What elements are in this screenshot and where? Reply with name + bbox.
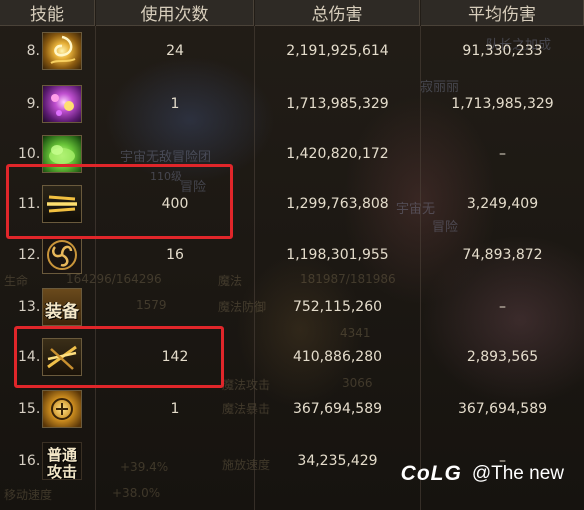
normal-attack-icon: 普通 攻击 [42,442,82,480]
equipment-icon: 装备 [42,288,82,326]
total-damage: 367,694,589 [292,401,383,417]
background-stat: +38.0% [112,486,161,500]
average-damage: 3,249,409 [466,196,539,212]
purple-burst-icon [42,85,82,123]
average-damage: – [499,299,506,315]
watermark: CoLG @The new [401,462,564,486]
uses-count: 24 [166,43,184,59]
total-damage: 2,191,925,614 [286,43,389,59]
average-damage: 367,694,589 [457,401,548,417]
row-index: 15. [18,401,41,417]
golden-vortex-icon [42,32,82,70]
triskelion-icon [42,236,82,274]
total-damage: 1,713,985,329 [286,96,389,112]
uses-count: 1 [170,96,180,112]
average-damage: 74,893,872 [462,247,543,263]
highlight-box-row-14 [14,326,224,388]
total-damage: 752,115,260 [292,299,383,315]
table-row: 15. 1 367,694,589 367,694,589 [0,384,584,434]
table-row: 13. 装备 752,115,260 – [0,282,584,332]
header-skill: 技能 [0,0,95,26]
table-row: 8. 24 2,191,925,614 91,330,233 [0,26,584,76]
total-damage: 410,886,280 [292,349,383,365]
average-damage: 1,713,985,329 [451,96,554,112]
colg-logo: CoLG [400,462,462,485]
average-damage: – [499,146,506,162]
average-damage: 2,893,565 [466,349,539,365]
total-damage: 1,299,763,808 [286,196,389,212]
watermark-text: @The new [471,463,564,484]
total-damage: 34,235,429 [297,453,378,469]
uses-count: 1 [170,401,180,417]
total-damage: 1,420,820,172 [286,146,389,162]
table-row: 9. 1 1,713,985,329 1,713,985,329 [0,79,584,129]
golden-emblem-icon [42,390,82,428]
row-index: 8. [26,43,40,59]
row-index: 13. [18,299,41,315]
average-damage: 91,330,233 [462,43,543,59]
background-stat: 移动速度 [4,488,53,502]
row-index: 16. [18,453,41,469]
equipment-label: 装备 [45,302,79,322]
header-total-damage: 总伤害 [255,0,420,26]
row-index: 9. [26,96,40,112]
header-uses: 使用次数 [96,0,254,26]
normal-attack-label-bottom: 攻击 [46,463,77,480]
header-average-damage: 平均伤害 [421,0,584,26]
total-damage: 1,198,301,955 [286,247,389,263]
highlight-box-row-11 [6,164,233,239]
